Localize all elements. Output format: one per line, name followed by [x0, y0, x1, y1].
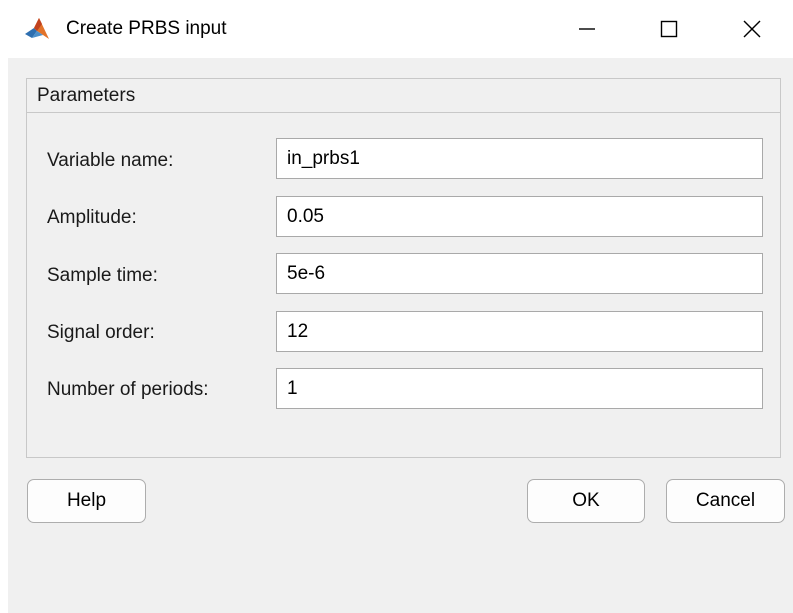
- number-of-periods-field[interactable]: [276, 368, 763, 409]
- sample-time-label: Sample time:: [47, 265, 158, 286]
- help-button[interactable]: Help: [27, 479, 146, 523]
- cancel-button[interactable]: Cancel: [666, 479, 785, 523]
- maximize-icon: [659, 19, 679, 39]
- variable-name-field[interactable]: [276, 138, 763, 179]
- parameters-group-header: Parameters: [27, 79, 780, 113]
- parameters-group: Parameters Variable name: Amplitude: Sam…: [26, 78, 781, 458]
- amplitude-label: Amplitude:: [47, 207, 137, 228]
- minimize-icon: [577, 19, 597, 39]
- signal-order-field[interactable]: [276, 311, 763, 352]
- close-icon: [742, 19, 762, 39]
- dialog-body: Parameters Variable name: Amplitude: Sam…: [8, 58, 793, 613]
- parameters-group-title: Parameters: [37, 85, 136, 106]
- matlab-logo-icon: [22, 14, 52, 44]
- ok-button[interactable]: OK: [527, 479, 645, 523]
- title-bar[interactable]: Create PRBS input: [0, 0, 793, 58]
- sample-time-field[interactable]: [276, 253, 763, 294]
- signal-order-label: Signal order:: [47, 322, 155, 343]
- variable-name-label: Variable name:: [47, 150, 174, 171]
- close-button[interactable]: [711, 0, 793, 58]
- number-of-periods-label: Number of periods:: [47, 379, 209, 400]
- minimize-button[interactable]: [546, 0, 628, 58]
- maximize-button[interactable]: [628, 0, 710, 58]
- window-title: Create PRBS input: [66, 18, 227, 39]
- amplitude-field[interactable]: [276, 196, 763, 237]
